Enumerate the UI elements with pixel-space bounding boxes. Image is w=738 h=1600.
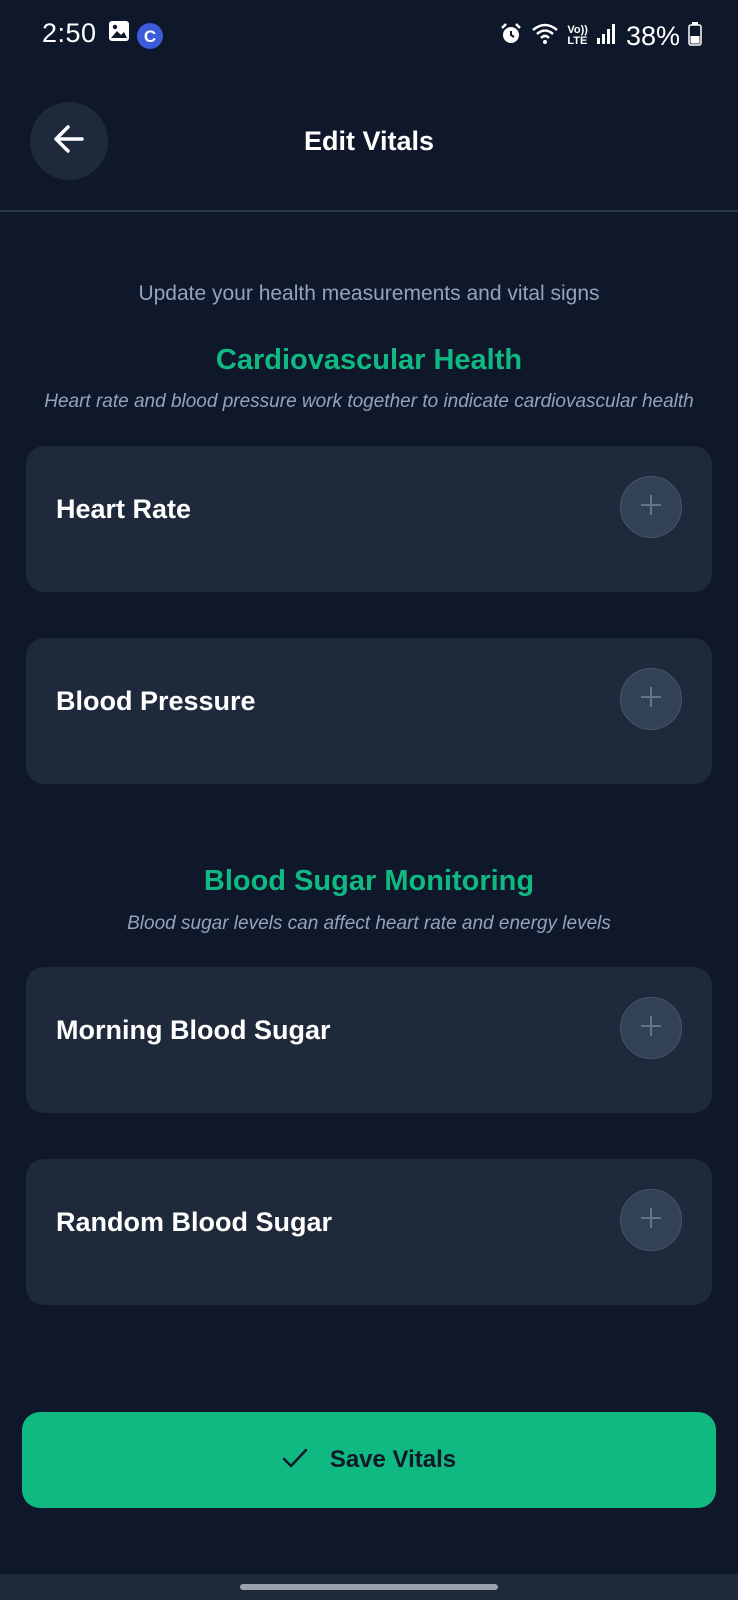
c-app-icon: C bbox=[136, 22, 164, 55]
save-vitals-label: Save Vitals bbox=[329, 1446, 457, 1473]
vital-label-heart-rate: Heart Rate bbox=[56, 494, 192, 524]
page-title: Edit Vitals bbox=[303, 126, 435, 156]
home-indicator[interactable] bbox=[240, 1584, 498, 1590]
section-title-blood-sugar: Blood Sugar Monitoring bbox=[203, 865, 535, 897]
add-blood-pressure-button[interactable] bbox=[620, 668, 682, 730]
plus-icon bbox=[639, 1014, 663, 1043]
battery-percentage: 38% bbox=[625, 20, 680, 51]
system-nav-bar bbox=[0, 1574, 738, 1600]
alarm-icon bbox=[499, 22, 523, 51]
status-bar: 2:50 C Vo)) LTE 38% bbox=[0, 0, 738, 72]
plus-icon bbox=[639, 493, 663, 522]
add-morning-blood-sugar-button[interactable] bbox=[620, 997, 682, 1059]
vital-label-blood-pressure: Blood Pressure bbox=[56, 686, 256, 716]
battery-icon bbox=[688, 21, 702, 51]
volte-bottom-text: LTE bbox=[567, 35, 588, 47]
c-app-letter: C bbox=[144, 27, 156, 46]
page-subtitle: Update your health measurements and vita… bbox=[138, 282, 600, 305]
section-description-cardiovascular: Heart rate and blood pressure work toget… bbox=[44, 391, 694, 412]
save-vitals-button[interactable]: Save Vitals bbox=[22, 1412, 716, 1508]
vital-card-random-blood-sugar[interactable]: Random Blood Sugar bbox=[26, 1159, 712, 1305]
status-time: 2:50 bbox=[42, 18, 97, 48]
gallery-icon bbox=[108, 20, 130, 47]
section-description-blood-sugar: Blood sugar levels can affect heart rate… bbox=[127, 913, 611, 934]
vital-card-blood-pressure[interactable]: Blood Pressure bbox=[26, 638, 712, 784]
volte-icon: Vo)) LTE bbox=[567, 25, 588, 47]
add-random-blood-sugar-button[interactable] bbox=[620, 1189, 682, 1251]
vital-label-random-blood-sugar: Random Blood Sugar bbox=[56, 1207, 332, 1237]
vital-card-morning-blood-sugar[interactable]: Morning Blood Sugar bbox=[26, 967, 712, 1113]
section-title-cardiovascular: Cardiovascular Health bbox=[215, 344, 523, 376]
vital-card-heart-rate[interactable]: Heart Rate bbox=[26, 446, 712, 592]
check-icon bbox=[282, 1447, 308, 1474]
plus-icon bbox=[639, 1206, 663, 1235]
header: Edit Vitals bbox=[0, 90, 738, 210]
header-divider bbox=[0, 210, 738, 212]
plus-icon bbox=[639, 685, 663, 714]
wifi-icon bbox=[531, 23, 559, 50]
add-heart-rate-button[interactable] bbox=[620, 476, 682, 538]
status-right-cluster: Vo)) LTE 38% bbox=[499, 16, 702, 56]
vital-label-morning-blood-sugar: Morning Blood Sugar bbox=[56, 1015, 331, 1045]
signal-icon bbox=[596, 23, 618, 50]
